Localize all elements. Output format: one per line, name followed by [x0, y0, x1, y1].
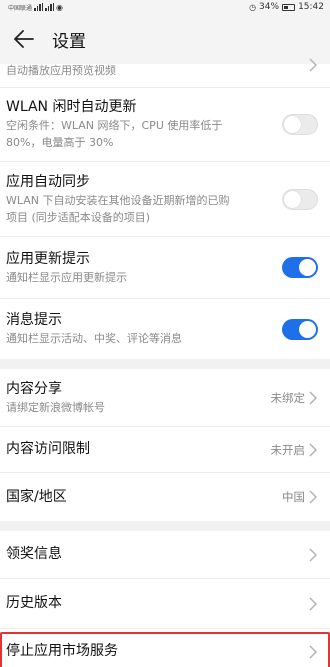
wlan-idle-update-row[interactable]: WLAN 闲时自动更新 空闲条件：WLAN 网络下，CPU 使用率低于 80%，…: [0, 88, 330, 162]
update-notice-row[interactable]: 应用更新提示 通知栏显示应用更新提示: [0, 237, 330, 299]
row-title: 国家/地区: [6, 488, 67, 505]
back-arrow-icon: [14, 30, 34, 48]
update-notice-toggle[interactable]: [282, 257, 318, 278]
alarm-icon: ◷: [249, 2, 257, 12]
toggle-knob: [284, 116, 301, 133]
row-title: 消息提示: [6, 312, 62, 328]
battery-icon: [282, 3, 296, 11]
row-value: 未绑定: [270, 390, 306, 405]
row-subtitle: 80%，电量高于 30%: [6, 136, 114, 149]
row-title: 停止应用市场服务: [6, 643, 118, 659]
signal-icon: [34, 3, 44, 11]
signal-icon-2: [45, 3, 55, 11]
country-region-row[interactable]: 国家/地区 中国: [0, 473, 330, 521]
message-notice-row[interactable]: 消息提示 通知栏显示活动、中奖、评论等消息: [0, 299, 330, 359]
message-notice-toggle[interactable]: [282, 318, 318, 340]
section-divider: [0, 359, 330, 369]
row-title: 内容分享: [6, 380, 62, 397]
row-value: 未开启: [270, 442, 306, 457]
content-access-limit-row[interactable]: 内容访问限制 未开启: [0, 427, 330, 473]
row-subtitle: 通知栏显示应用更新提示: [6, 270, 127, 284]
carrier-label: 中国联通: [8, 4, 33, 12]
chevron-right-icon: [309, 644, 318, 659]
app-header: 设置: [0, 14, 330, 64]
row-value: 中国: [282, 490, 305, 504]
row-title: WLAN 闲时自动更新: [6, 99, 137, 115]
row-subtitle: 请绑定新浪微博帐号: [6, 400, 105, 414]
toggle-knob: [299, 320, 316, 338]
stop-market-service-row[interactable]: 停止应用市场服务: [0, 629, 330, 667]
row-title: 历史版本: [6, 595, 62, 611]
chevron-right-icon: [309, 596, 318, 611]
chevron-right-icon: [309, 490, 318, 504]
row-subtitle: 通知栏显示活动、中奖、评论等消息: [6, 332, 182, 345]
chevron-right-icon: [309, 390, 318, 405]
chevron-right-icon: [309, 442, 318, 457]
chevron-right-icon: [309, 547, 318, 562]
toggle-knob: [284, 190, 301, 208]
prize-info-row[interactable]: 领奖信息: [0, 531, 330, 579]
row-title: 应用更新提示: [6, 250, 90, 267]
autoplay-video-row[interactable]: 自动播放应用预览视频: [0, 58, 330, 88]
history-version-row[interactable]: 历史版本: [0, 579, 330, 629]
back-button[interactable]: [14, 24, 40, 54]
row-subtitle: WLAN 下自动安装在其他设备近期新增的已购: [6, 193, 230, 207]
row-subtitle: 空闲条件：WLAN 网络下，CPU 使用率低于: [6, 119, 223, 132]
toggle-knob: [299, 259, 316, 276]
section-divider: [0, 521, 330, 531]
content-share-row[interactable]: 内容分享 请绑定新浪微博帐号 未绑定: [0, 369, 330, 427]
row-title: 领奖信息: [6, 546, 62, 562]
status-bar: 中国联通 ◉ ◷ 34% 15:42: [0, 0, 330, 14]
app-auto-sync-row[interactable]: 应用自动同步 WLAN 下自动安装在其他设备近期新增的已购 项目 (同步适配本设…: [0, 162, 330, 237]
row-title: 应用自动同步: [6, 173, 90, 190]
wlan-idle-update-toggle[interactable]: [282, 114, 318, 135]
battery-percent: 34%: [259, 2, 280, 12]
row-subtitle: 自动播放应用预览视频: [6, 64, 116, 77]
row-title: 内容访问限制: [6, 441, 90, 457]
clock-time: 15:42: [298, 2, 324, 12]
wifi-icon: ◉: [56, 2, 63, 12]
page-title: 设置: [52, 31, 86, 52]
row-subtitle: 项目 (同步适配本设备的项目): [6, 210, 151, 224]
app-auto-sync-toggle[interactable]: [282, 188, 318, 210]
chevron-right-icon: [309, 58, 318, 72]
